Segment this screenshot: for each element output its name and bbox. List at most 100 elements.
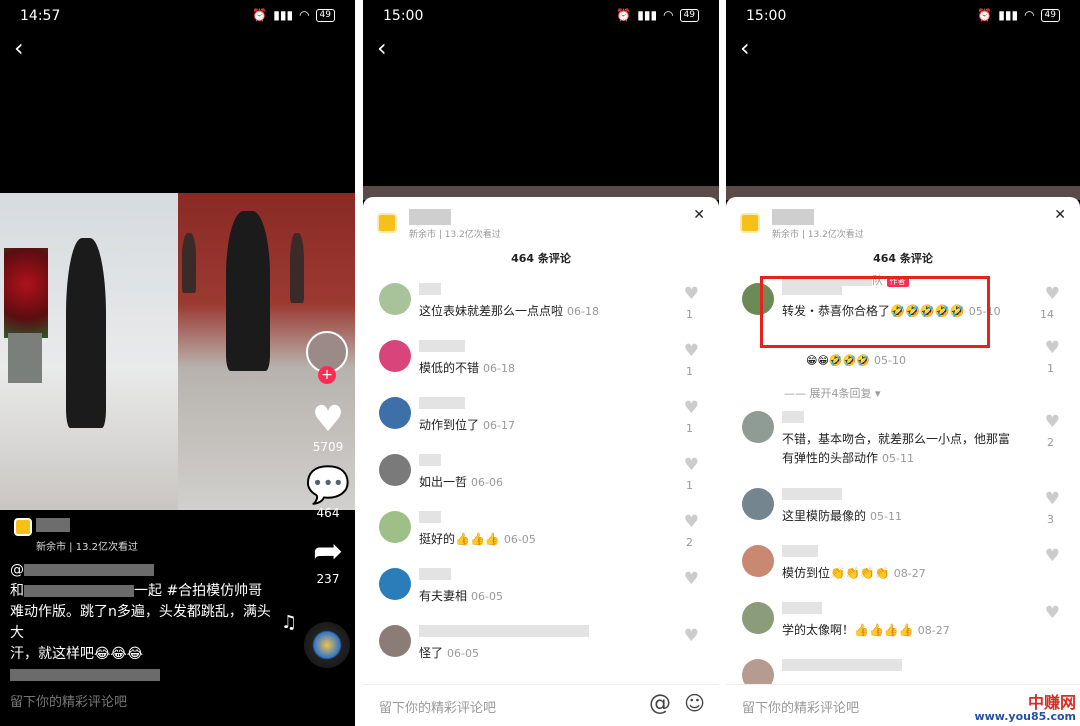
- signal-icon: ▮▮▮: [637, 8, 658, 22]
- signal-icon: ▮▮▮: [273, 8, 294, 22]
- avatar: [379, 397, 411, 429]
- username-blurred: [419, 511, 441, 523]
- username-blurred: [419, 397, 465, 409]
- heart-icon[interactable]: ♥: [684, 569, 699, 589]
- comment-input-bar: 留下你的精彩评论吧 @ ☺: [363, 684, 719, 726]
- like-button[interactable]: ♥ 5709: [300, 399, 355, 455]
- share-button[interactable]: ➦ 237: [300, 531, 355, 587]
- pot-image: [8, 333, 42, 383]
- close-icon[interactable]: ✕: [1054, 207, 1066, 223]
- heart-icon[interactable]: ♥: [1045, 546, 1060, 566]
- video-screen: 14:57 ⏰ ▮▮▮ ◠ 49 ‹ + ♥ 5709 💬 464 ➦ 237: [0, 0, 355, 726]
- avatar: [742, 545, 774, 577]
- status-bar: 15:00 ⏰ ▮▮▮ ◠ 49: [363, 0, 719, 32]
- video-player[interactable]: [0, 193, 355, 510]
- comment-item[interactable]: 学的太像啊！👍👍👍👍 08-27 ♥: [742, 602, 1070, 659]
- avatar: [742, 488, 774, 520]
- at-mention-icon[interactable]: @: [649, 691, 671, 716]
- video-caption: @ 和一起 #合拍模仿帅哥 难动作版。跳了n多遍，头发都跳乱，满头大 汗，就这样…: [10, 560, 280, 686]
- status-time: 15:00: [746, 8, 787, 24]
- expand-replies-link[interactable]: —— 展开4条回复 ▾: [784, 385, 881, 401]
- comment-item[interactable]: [742, 659, 1070, 691]
- heart-icon[interactable]: ♥: [1045, 412, 1060, 432]
- heart-icon[interactable]: ♥: [1045, 489, 1060, 509]
- dancer-figure: [66, 238, 106, 428]
- heart-icon: ♥: [311, 399, 345, 440]
- comment-item[interactable]: 挺好的👍👍👍 06-05 ♥ 2: [379, 511, 709, 568]
- video-left-half: [0, 193, 178, 510]
- dancer-figure: [226, 211, 270, 371]
- comment-button[interactable]: 💬 464: [300, 465, 355, 521]
- wifi-icon: ◠: [663, 8, 674, 22]
- battery-icon: 49: [679, 8, 699, 22]
- share-arrow-icon: ➦: [312, 531, 344, 572]
- location-pin-icon[interactable]: [740, 213, 760, 233]
- comment-bubble-icon: 💬: [305, 465, 351, 506]
- location-pin-icon[interactable]: [14, 518, 32, 536]
- comment-item[interactable]: 这位表妹就差那么一点点啦 06-18 ♥ 1: [379, 283, 709, 340]
- poi-name-blurred: [409, 209, 451, 225]
- signal-icon: ▮▮▮: [998, 8, 1019, 22]
- avatar: [379, 340, 411, 372]
- comment-item[interactable]: 模仿到位👏👏👏👏 08-27 ♥: [742, 545, 1070, 602]
- close-icon[interactable]: ✕: [693, 207, 705, 223]
- status-bar: 15:00 ⏰ ▮▮▮ ◠ 49: [726, 0, 1080, 32]
- username-blurred: [419, 283, 441, 295]
- comments-screen: 15:00 ⏰ ▮▮▮ ◠ 49 ‹ 新余市 | 13.2亿次看过 ✕ 464 …: [363, 0, 719, 726]
- emoji-icon[interactable]: ☺: [684, 691, 705, 715]
- like-count: 5709: [312, 440, 344, 454]
- alarm-icon: ⏰: [977, 8, 993, 22]
- back-arrow-icon[interactable]: ‹: [377, 36, 387, 60]
- bystander-figure: [290, 233, 304, 303]
- poi-name-blurred: [36, 518, 70, 532]
- avatar: [379, 283, 411, 315]
- comment-item[interactable]: 怪了 06-05 ♥: [379, 625, 709, 682]
- heart-icon[interactable]: ♥: [684, 626, 699, 646]
- username-blurred: [782, 488, 842, 500]
- heart-icon[interactable]: ♥: [684, 398, 699, 418]
- comment-input[interactable]: 留下你的精彩评论吧: [742, 697, 859, 716]
- heart-icon[interactable]: ♥: [684, 455, 699, 475]
- username-blurred: [782, 545, 818, 557]
- heart-icon[interactable]: ♥: [1045, 284, 1060, 304]
- username-blurred: [782, 602, 822, 614]
- comment-item[interactable]: 如出一哲 06-06 ♥ 1: [379, 454, 709, 511]
- comment-item[interactable]: 动作到位了 06-17 ♥ 1: [379, 397, 709, 454]
- follow-plus-icon[interactable]: +: [318, 366, 336, 384]
- heart-icon[interactable]: ♥: [1045, 603, 1060, 623]
- heart-icon[interactable]: ♥: [1045, 338, 1060, 358]
- music-disc-icon[interactable]: [304, 622, 350, 668]
- username-blurred: [782, 659, 902, 671]
- alarm-icon: ⏰: [252, 8, 268, 22]
- wifi-icon: ◠: [299, 8, 310, 22]
- avatar: [379, 568, 411, 600]
- username-blurred: [419, 454, 441, 466]
- comment-count: 464: [316, 506, 340, 520]
- comment-item[interactable]: 不错，基本吻合，就差那么一小点，他那富 有弹性的头部动作 05-11 ♥ 2: [742, 411, 1070, 481]
- status-time: 14:57: [20, 8, 61, 24]
- poi-meta: 新余市 | 13.2亿次看过: [409, 230, 501, 240]
- comment-item[interactable]: 模低的不错 06-18 ♥ 1: [379, 340, 709, 397]
- heart-icon[interactable]: ♥: [684, 512, 699, 532]
- username-blurred: [782, 411, 804, 423]
- back-arrow-icon[interactable]: ‹: [14, 36, 24, 60]
- heart-icon[interactable]: ♥: [684, 341, 699, 361]
- comment-input[interactable]: 留下你的精彩评论吧: [10, 691, 127, 710]
- avatar: [742, 602, 774, 634]
- comment-count-title: 464 条评论: [511, 252, 571, 265]
- screenshot-collage: 14:57 ⏰ ▮▮▮ ◠ 49 ‹ + ♥ 5709 💬 464 ➦ 237: [0, 0, 1080, 726]
- heart-icon[interactable]: ♥: [684, 284, 699, 304]
- plant-image: [4, 248, 48, 338]
- battery-icon: 49: [315, 8, 335, 22]
- comment-item[interactable]: 有夫妻相 06-05 ♥: [379, 568, 709, 625]
- comment-item[interactable]: 这里模防最像的 05-11 ♥ 3: [742, 488, 1070, 545]
- username-blurred: [419, 568, 451, 580]
- location-pin-icon[interactable]: [377, 213, 397, 233]
- back-arrow-icon[interactable]: ‹: [740, 36, 750, 60]
- comment-input[interactable]: 留下你的精彩评论吧: [379, 697, 496, 716]
- comments-screen-highlighted: 15:00 ⏰ ▮▮▮ ◠ 49 ‹ 新余市 | 13.2亿次看过 ✕ 464 …: [726, 0, 1080, 726]
- avatar: [379, 454, 411, 486]
- avatar: [379, 511, 411, 543]
- avatar: [742, 411, 774, 443]
- username-blurred: [419, 625, 589, 637]
